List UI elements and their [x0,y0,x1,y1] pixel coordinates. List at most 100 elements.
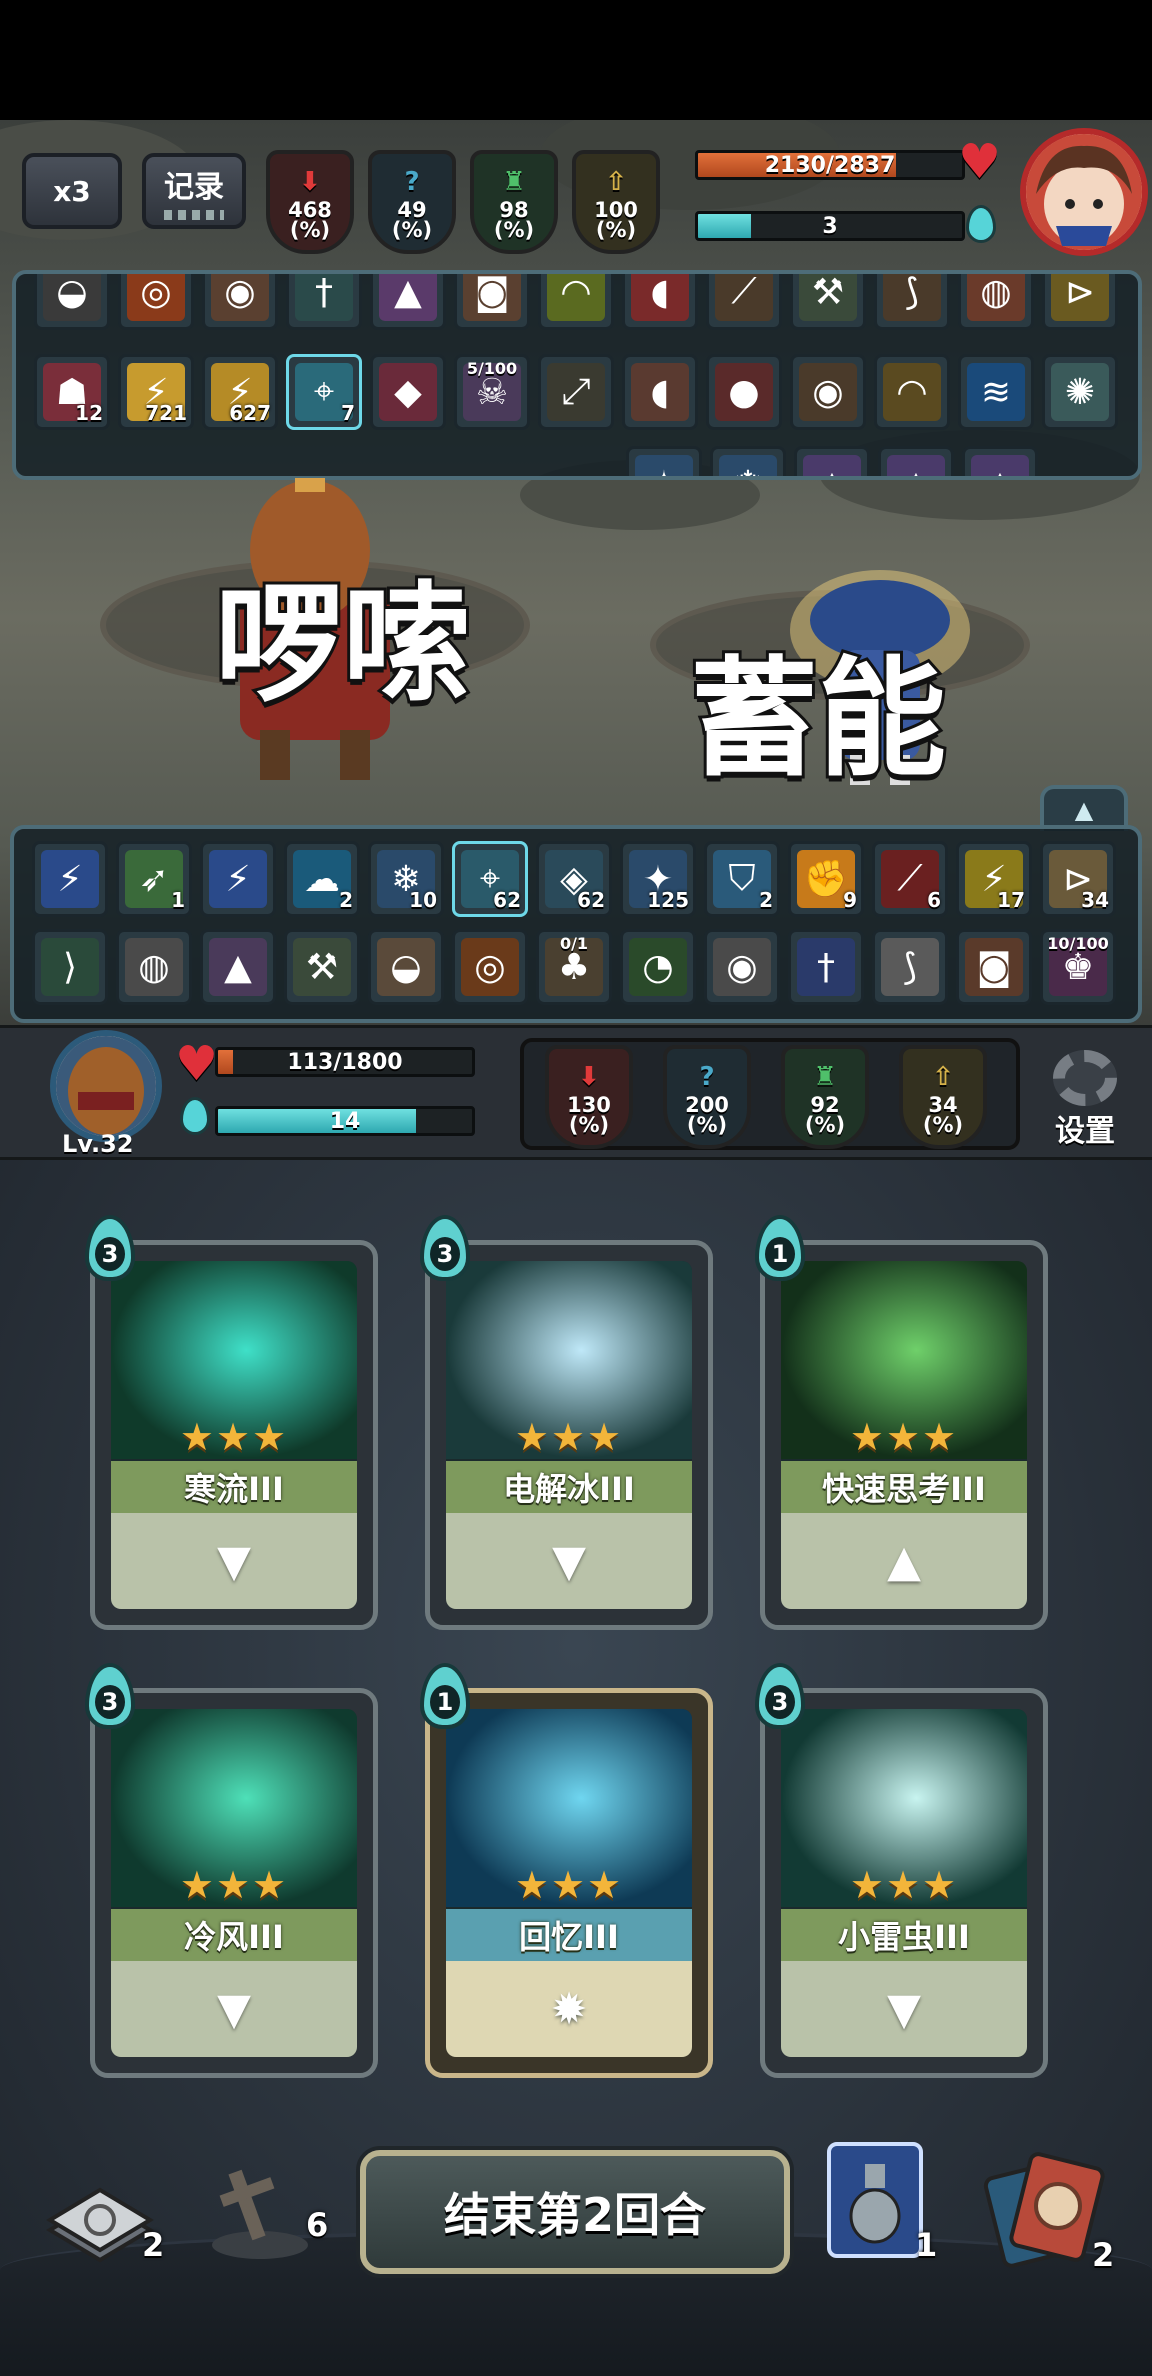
sword-icon: † [797,938,855,996]
enemy-intent-word: 啰嗦 [212,567,474,722]
player-avatar[interactable] [50,1030,162,1142]
settings-label: 设置 [1055,1114,1115,1149]
player-slot[interactable]: ⌖ 62 [452,841,528,917]
enemy-slot[interactable]: ◍ [958,274,1034,330]
enemy-slot[interactable]: ◙ [454,274,530,330]
enemy-slot[interactable]: ◠ [874,354,950,430]
potion-count: 1 [915,2226,938,2264]
player-slot[interactable]: ☁ 2 [284,841,360,917]
card-stars: ★★★ [179,1415,289,1459]
enemy-slot[interactable]: ⟋ [706,274,782,330]
potion-slot[interactable]: 1 [825,2140,945,2270]
enemy-slot[interactable]: ⚒ [790,274,866,330]
enemy-avatar[interactable] [1020,128,1148,256]
crystal-icon: ▲ [971,455,1029,476]
enemy-slot[interactable]: ◉ [790,354,866,430]
enemy-slot[interactable]: ◒ [34,274,110,330]
skill-card[interactable]: ★★★ 冷风III ▼ 3 [85,1663,378,2078]
enemy-slot[interactable]: ● [706,354,782,430]
player-stat-shield[interactable]: ♜ 92 (%) [781,1045,869,1149]
player-slot[interactable]: ⟆ [872,929,948,1005]
player-slot[interactable]: ◍ [116,929,192,1005]
enemy-slot[interactable]: ▲ [370,274,446,330]
crystal-icon: ▲ [887,455,945,476]
enemy-slot[interactable]: † [286,274,362,330]
enemy-slot-count: 721 [145,401,187,425]
player-slot[interactable]: ❄ 10 [368,841,444,917]
enemy-slot[interactable]: ◖ [622,274,698,330]
player-slot[interactable]: ⟩ [32,929,108,1005]
player-slot[interactable]: ⟋ 6 [872,841,948,917]
skill-card[interactable]: ★★★ 小雷虫III ▼ 3 [755,1663,1048,2078]
draw-pile[interactable]: 2 [40,2180,164,2270]
enemy-stat-shield[interactable]: ♜ 98 (%) [470,150,558,254]
orb-icon: ◉ [713,938,771,996]
discard-pile[interactable]: 2 [980,2150,1130,2280]
enemy-slot[interactable]: ◖ [622,354,698,430]
player-relic-tray[interactable]: ⚡ ➶ 1 ⚡ ☁ 2 ❄ 10 ⌖ 62 ◈ 62 ✦ 125 ⛉ 2 ✊ 9 ⟋ 6 ⚡ 17 ⊳ 34 ⟩ ◍ ▲ ⚒ ◒ ◎ ♣ 0… [10,825,1142,1023]
enemy-slot[interactable]: ☗ 12 [34,354,110,430]
player-slot[interactable]: † [788,929,864,1005]
player-slot[interactable]: ◔ [620,929,696,1005]
enemy-slot[interactable]: ◉ [202,274,278,330]
enemy-slot[interactable]: ⤢ [538,354,614,430]
player-slot[interactable]: ▲ [200,929,276,1005]
enemy-slot[interactable]: ⊳ [1042,274,1118,330]
player-slot[interactable]: ✊ 9 [788,841,864,917]
attack-down-icon: ⬇ [299,167,321,197]
banana-icon: ◠ [547,274,605,321]
enemy-stat-shield[interactable]: ? 49 (%) [368,150,456,254]
settings-button[interactable]: 设置 [1045,1050,1125,1150]
enemy-slot[interactable]: ▲ [962,446,1038,476]
player-stat-unit: (%) [686,1113,728,1137]
skill-card[interactable]: ★★★ 回忆III ✹ 1 [420,1663,713,2078]
player-slot[interactable]: ♚ 10/100 [1040,929,1116,1005]
player-slot[interactable]: ◎ [452,929,528,1005]
enemy-slot[interactable]: ❄ [710,446,786,476]
enemy-slot[interactable]: ⚡ 627 [202,354,278,430]
enemy-slot[interactable]: ▲ [794,446,870,476]
player-slot[interactable]: ⚡ [32,841,108,917]
arrow-up-icon: ▲ [781,1513,1027,1609]
card-frame: ★★★ 寒流III ▼ [111,1261,357,1609]
enemy-slot[interactable]: ◠ [538,274,614,330]
player-slot[interactable]: ⊳ 34 [1040,841,1116,917]
enemy-slot[interactable]: ≋ [958,354,1034,430]
skill-card[interactable]: ★★★ 电解冰III ▼ 3 [420,1215,713,1630]
tomato-icon: ● [715,363,773,421]
player-slot[interactable]: ✦ 125 [620,841,696,917]
player-slot[interactable]: ◈ 62 [536,841,612,917]
player-slot[interactable]: ◉ [704,929,780,1005]
speed-button[interactable]: x3 [22,153,122,229]
enemy-slot[interactable]: ◎ [118,274,194,330]
player-stat-shield[interactable]: ⬇ 130 (%) [545,1045,633,1149]
enemy-slot[interactable]: ✦ [626,446,702,476]
enemy-slot[interactable]: ☠ 5/100 [454,354,530,430]
enemy-slot[interactable]: ▲ [878,446,954,476]
enemy-slot[interactable]: ⌖ 7 [286,354,362,430]
whistle-icon: ✹ [446,1961,692,2057]
player-slot[interactable]: ⚡ [200,841,276,917]
enemy-stat-shield[interactable]: ⬇ 468 (%) [266,150,354,254]
enemy-slot[interactable]: ✺ [1042,354,1118,430]
player-stat-shield[interactable]: ⇧ 34 (%) [899,1045,987,1149]
log-button[interactable]: 记录 [142,153,246,229]
enemy-slot[interactable]: ⟆ [874,274,950,330]
player-slot[interactable]: ⚡ 17 [956,841,1032,917]
grave-pile[interactable]: 6 [200,2150,330,2260]
snowflake-icon: ❄ [719,455,777,476]
enemy-slot[interactable]: ◆ [370,354,446,430]
player-stat-shield[interactable]: ? 200 (%) [663,1045,751,1149]
end-turn-button[interactable]: 结束第2回合 [360,2150,790,2274]
enemy-slot[interactable]: ⚡ 721 [118,354,194,430]
player-slot[interactable]: ◒ [368,929,444,1005]
player-slot[interactable]: ◙ [956,929,1032,1005]
skill-card[interactable]: ★★★ 快速思考III ▲ 1 [755,1215,1048,1630]
player-slot[interactable]: ♣ 0/1 [536,929,612,1005]
player-slot[interactable]: ⚒ [284,929,360,1005]
enemy-stat-shield[interactable]: ⇧ 100 (%) [572,150,660,254]
player-slot[interactable]: ➶ 1 [116,841,192,917]
skill-card[interactable]: ★★★ 寒流III ▼ 3 [85,1215,378,1630]
enemy-relic-tray[interactable]: ◒ ◎ ◉ † ▲ ◙ ◠ ◖ ⟋ ⚒ ⟆ ◍ ⊳ ☗ 12 ⚡ 721 ⚡ 627 ⌖ 7 ◆ ☠ 5/100 ⤢ ◖ ● ◉ ◠ ≋… [12,270,1142,480]
player-slot[interactable]: ⛉ 2 [704,841,780,917]
